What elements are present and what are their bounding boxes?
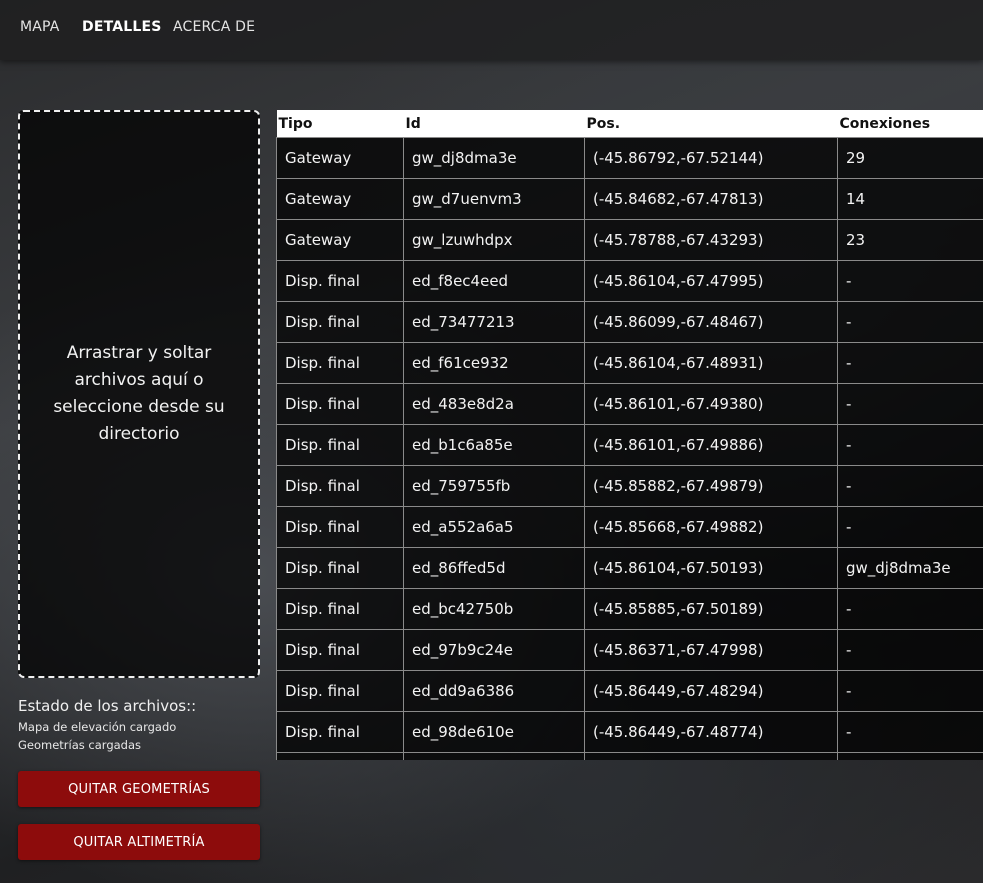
table-row[interactable]: Disp. final ed_f8ec4eed (-45.86104,-67.479… [276,260,983,302]
table-cell-tipo: Disp. final [276,465,404,507]
details-table: Tipo Id Pos. Conexiones Gateway gw_dj8dma… [276,110,983,760]
table-cell-conexiones: 23 [837,219,983,261]
table-cell-pos: (-45.86101,-67.49886) [584,424,838,466]
table-row[interactable]: Disp. final ed_dd9a6386 (-45.86449,-67.482… [276,670,983,712]
table-cell-tipo: Disp. final [276,383,404,425]
nav-tab-acerca-de[interactable]: ACERCA DE [173,19,255,35]
table-cell-conexiones: - [837,465,983,507]
table-cell-pos: (-45.85668,-67.49882) [584,506,838,548]
table-cell-tipo: Disp. final [276,547,404,589]
table-cell-tipo: Gateway [276,137,404,179]
table-cell-tipo: Disp. final [276,424,404,466]
table-cell-tipo: Gateway [276,219,404,261]
table-row[interactable]: Disp. final ed_a552a6a5 (-45.85668,-67.498… [276,506,983,548]
table-body: Gateway gw_dj8dma3e (-45.86792,-67.52144) 2… [276,137,983,760]
table-cell-tipo: Disp. final [276,711,404,753]
table-cell-id: ed_a552a6a5 [403,506,585,548]
table-cell-id: ed_98de610e [403,711,585,753]
table-cell-tipo: Gateway [276,178,404,220]
table-cell-conexiones: - [837,506,983,548]
table-cell-pos: (-45.84682,-67.47813) [584,178,838,220]
column-header-tipo[interactable]: Tipo [276,110,404,138]
remove-altimetry-button[interactable]: QUITAR ALTIMETRÍA [18,824,260,860]
top-navigation-bar: MAPA DETALLES ACERCA DE [0,0,983,60]
table-cell-conexiones: 29 [837,137,983,179]
table-cell-pos: (-45.85882,-67.49879) [584,465,838,507]
table-cell-pos: (-45.86099,-67.48467) [584,301,838,343]
table-cell-conexiones: - [837,588,983,630]
table-row[interactable]: Gateway gw_dj8dma3e (-45.86792,-67.52144) 2… [276,137,983,179]
table-cell-id: ed_f61ce932 [403,342,585,384]
table-cell-pos: (-45.85885,-67.50189) [584,588,838,630]
table-cell-tipo: Disp. final [276,506,404,548]
table-cell-id: gw_d7uenvm3 [403,178,585,220]
column-header-conexiones[interactable]: Conexiones [837,110,983,138]
table-cell-pos: (-45.86101,-67.49380) [584,383,838,425]
details-table-container[interactable]: Tipo Id Pos. Conexiones Gateway gw_dj8dma… [276,110,983,760]
table-row[interactable]: Disp. final ed_73477213 (-45.86099,-67.484… [276,301,983,343]
table-cell-conexiones: - [837,629,983,671]
table-cell-pos: (-45.86449,-67.48294) [584,670,838,712]
table-cell-id: ed_483e8d2a [403,383,585,425]
table-cell-conexiones: - [837,260,983,302]
table-cell-id: ed_759755fb [403,465,585,507]
table-row[interactable]: Disp. final ed_b1c6a85e (-45.86101,-67.498… [276,424,983,466]
dropzone-instructions: Arrastrar y soltar archivos aquí o selec… [53,343,225,444]
table-row[interactable]: Disp. final ed_f61ce932 (-45.86104,-67.489… [276,342,983,384]
table-cell-tipo: Disp. final [276,301,404,343]
table-cell-id: ed_97b9c24e [403,629,585,671]
table-cell-id: ed_b1c6a85e [403,424,585,466]
table-row[interactable]: Gateway gw_d7uenvm3 (-45.84682,-67.47813) 1… [276,178,983,220]
table-row[interactable] [276,752,983,760]
table-cell-id: gw_dj8dma3e [403,137,585,179]
status-elevation-map: Mapa de elevación cargado [18,720,177,734]
table-cell-pos: (-45.86371,-67.47998) [584,629,838,671]
table-cell-id: gw_lzuwhdpx [403,219,585,261]
table-cell-tipo: Disp. final [276,670,404,712]
table-cell-conexiones: - [837,424,983,466]
table-cell-conexiones: - [837,342,983,384]
table-cell-id: ed_bc42750b [403,588,585,630]
table-cell-tipo: Disp. final [276,260,404,302]
table-cell-pos: (-45.86792,-67.52144) [584,137,838,179]
table-cell-pos: (-45.86449,-67.48774) [584,711,838,753]
table-header-row: Tipo Id Pos. Conexiones [276,110,983,138]
table-cell-pos [584,752,838,760]
table-row[interactable]: Disp. final ed_759755fb (-45.85882,-67.498… [276,465,983,507]
table-cell-tipo [276,752,404,760]
table-cell-id: ed_73477213 [403,301,585,343]
file-dropzone[interactable]: Arrastrar y soltar archivos aquí o selec… [18,110,260,678]
table-cell-conexiones: - [837,670,983,712]
table-cell-conexiones: - [837,301,983,343]
table-row[interactable]: Disp. final ed_98de610e (-45.86449,-67.487… [276,711,983,753]
column-header-pos[interactable]: Pos. [584,110,838,138]
remove-geometries-button[interactable]: QUITAR GEOMETRÍAS [18,771,260,807]
table-cell-conexiones: - [837,711,983,753]
table-cell-pos: (-45.86104,-67.47995) [584,260,838,302]
table-cell-pos: (-45.86104,-67.50193) [584,547,838,589]
nav-tab-detalles[interactable]: DETALLES [82,19,162,35]
table-cell-id: ed_86ffed5d [403,547,585,589]
table-cell-id: ed_dd9a6386 [403,670,585,712]
table-cell-pos: (-45.78788,-67.43293) [584,219,838,261]
table-cell-conexiones [837,752,983,760]
status-geometries: Geometrías cargadas [18,738,142,752]
table-cell-tipo: Disp. final [276,588,404,630]
column-header-id[interactable]: Id [403,110,585,138]
table-row[interactable]: Disp. final ed_483e8d2a (-45.86101,-67.493… [276,383,983,425]
table-cell-id: ed_f8ec4eed [403,260,585,302]
table-row[interactable]: Disp. final ed_bc42750b (-45.85885,-67.501… [276,588,983,630]
table-cell-conexiones: 14 [837,178,983,220]
table-cell-tipo: Disp. final [276,629,404,671]
table-cell-conexiones: gw_dj8dma3e [837,547,983,589]
table-row[interactable]: Disp. final ed_97b9c24e (-45.86371,-67.479… [276,629,983,671]
table-row[interactable]: Disp. final ed_86ffed5d (-45.86104,-67.501… [276,547,983,589]
table-cell-id [403,752,585,760]
table-cell-pos: (-45.86104,-67.48931) [584,342,838,384]
nav-tab-mapa[interactable]: MAPA [20,19,60,35]
table-cell-tipo: Disp. final [276,342,404,384]
file-status-title: Estado de los archivos:: [18,697,197,715]
table-cell-conexiones: - [837,383,983,425]
table-row[interactable]: Gateway gw_lzuwhdpx (-45.78788,-67.43293) 2… [276,219,983,261]
